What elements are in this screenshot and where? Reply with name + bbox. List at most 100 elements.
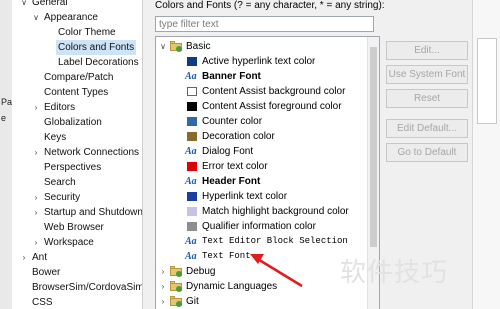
tree-row[interactable]: › Git: [156, 294, 366, 309]
tree-row[interactable]: › Debug: [156, 264, 366, 279]
preferences-nav-tree[interactable]: General ∨ Appearance ∨ Color Theme Colors and…: [12, 0, 143, 309]
collapse-arrow-icon[interactable]: ›: [31, 145, 41, 160]
nav-item[interactable]: Security: [44, 190, 80, 205]
color-swatch-icon: [187, 57, 197, 66]
nav-item[interactable]: Editors: [44, 100, 75, 115]
nav-item-label: Label Decorations: [58, 57, 139, 68]
filter-input[interactable]: [155, 16, 374, 32]
tree-row[interactable]: Qualifier information color: [156, 219, 366, 234]
font-icon: Aa: [185, 71, 197, 82]
nav-item[interactable]: Colors and Fonts: [56, 40, 137, 55]
tree-item-label: Banner Font: [202, 71, 261, 82]
edit-default-button[interactable]: Edit Default...: [386, 119, 468, 138]
nav-item-label: General: [32, 0, 68, 8]
expand-arrow-icon[interactable]: ∨: [19, 0, 29, 10]
color-swatch-icon: [187, 87, 197, 96]
nav-item-label: Globalization: [44, 117, 102, 128]
expand-arrow-icon[interactable]: ∨: [158, 39, 168, 54]
nav-item[interactable]: Content Types: [44, 85, 108, 100]
color-swatch-icon: [187, 192, 197, 201]
collapse-arrow-icon[interactable]: ›: [19, 250, 29, 265]
reset-button[interactable]: Reset: [386, 89, 468, 108]
tree-item-label: Content Assist foreground color: [202, 101, 342, 112]
nav-item[interactable]: Globalization: [44, 115, 102, 130]
nav-item[interactable]: Label Decorations: [58, 55, 139, 70]
category-label: Dynamic Languages: [186, 281, 278, 292]
nav-item[interactable]: Color Theme: [58, 25, 116, 40]
tree-row[interactable]: Match highlight background color: [156, 204, 366, 219]
use-system-font-button[interactable]: Use System Font: [386, 65, 468, 84]
nav-item[interactable]: General: [32, 0, 68, 10]
nav-item[interactable]: CSS: [32, 295, 53, 309]
right-preview-pane: [472, 0, 500, 309]
tree-item-label: Dialog Font: [202, 146, 254, 157]
nav-item-label: CSS: [32, 297, 53, 308]
tree-row[interactable]: Decoration color: [156, 129, 366, 144]
collapse-arrow-icon[interactable]: ›: [31, 100, 41, 115]
category-label: Debug: [186, 266, 216, 277]
nav-item-label: Search: [44, 177, 76, 188]
nav-item[interactable]: Appearance: [44, 10, 98, 25]
panel-title: Colors and Fonts (? = any character, * =…: [155, 0, 385, 11]
nav-item-label: Keys: [44, 132, 67, 143]
tree-row[interactable]: Counter color: [156, 114, 366, 129]
tree-row[interactable]: Aa Banner Font: [156, 69, 366, 84]
tree-item-label: Match highlight background color: [202, 206, 349, 217]
tree-item-label: Text Editor Block Selection: [202, 236, 348, 246]
tree-row[interactable]: Active hyperlink text color: [156, 54, 366, 69]
collapse-arrow-icon[interactable]: ›: [31, 235, 41, 250]
nav-item-label: Web Browser: [44, 222, 104, 233]
nav-item-label: Editors: [44, 102, 76, 113]
nav-item-label: Color Theme: [58, 27, 116, 38]
tree-row[interactable]: Aa Text Editor Block Selection: [156, 234, 366, 249]
collapse-arrow-icon[interactable]: ›: [31, 205, 41, 220]
nav-item[interactable]: Perspectives: [44, 160, 101, 175]
expand-arrow-icon[interactable]: ∨: [31, 10, 41, 25]
category-label: Git: [186, 296, 199, 307]
nav-item[interactable]: Startup and Shutdown: [44, 205, 142, 220]
tree-item-label: Content Assist background color: [202, 86, 346, 97]
scrollbar-thumb[interactable]: [370, 47, 377, 247]
nav-item-label: Security: [44, 192, 81, 203]
color-swatch-icon: [187, 222, 197, 231]
tree-row[interactable]: Content Assist background color: [156, 84, 366, 99]
tree-item-label: Qualifier information color: [202, 221, 316, 232]
nav-item[interactable]: BrowserSim/CordovaSim: [32, 280, 143, 295]
nav-item[interactable]: Web Browser: [44, 220, 104, 235]
tree-row[interactable]: Content Assist foreground color: [156, 99, 366, 114]
collapse-arrow-icon[interactable]: ›: [158, 279, 168, 294]
nav-item[interactable]: Compare/Patch: [44, 70, 113, 85]
tree-row[interactable]: Hyperlink text color: [156, 189, 366, 204]
tree-row[interactable]: › Dynamic Languages: [156, 279, 366, 294]
tree-item-label: Text Font: [202, 251, 251, 261]
tree-row[interactable]: ∨ Basic: [156, 39, 366, 54]
left-edge-text: Pa: [1, 97, 13, 107]
go-to-default-button[interactable]: Go to Default: [386, 143, 468, 162]
preview-box: [477, 38, 497, 124]
collapse-arrow-icon[interactable]: ›: [31, 190, 41, 205]
nav-item-label: Workspace: [44, 237, 94, 248]
tree-item-label: Decoration color: [202, 131, 275, 142]
nav-item[interactable]: Search: [44, 175, 76, 190]
watermark-text: 软件技巧: [340, 257, 449, 287]
tree-row[interactable]: Aa Text Font: [156, 249, 366, 264]
nav-item[interactable]: Ant: [32, 250, 47, 265]
tree-row[interactable]: Error text color: [156, 159, 366, 174]
nav-item[interactable]: Bower: [32, 265, 60, 280]
edit-button[interactable]: Edit...: [386, 41, 468, 60]
nav-item-label: BrowserSim/CordovaSim: [32, 282, 143, 293]
category-folder-icon: [170, 266, 183, 277]
nav-item[interactable]: Network Connections: [44, 145, 139, 160]
tree-item-label: Hyperlink text color: [202, 191, 288, 202]
tree-row[interactable]: Aa Header Font: [156, 174, 366, 189]
tree-item-label: Active hyperlink text color: [202, 56, 316, 67]
category-label: Basic: [186, 41, 211, 52]
tree-row[interactable]: Aa Dialog Font: [156, 144, 366, 159]
nav-item[interactable]: Keys: [44, 130, 66, 145]
collapse-arrow-icon[interactable]: ›: [158, 264, 168, 279]
nav-item-label: Compare/Patch: [44, 72, 114, 83]
nav-item-label: Content Types: [44, 87, 109, 98]
nav-item[interactable]: Workspace: [44, 235, 94, 250]
tree-item-label: Counter color: [202, 116, 263, 127]
collapse-arrow-icon[interactable]: ›: [158, 294, 168, 309]
